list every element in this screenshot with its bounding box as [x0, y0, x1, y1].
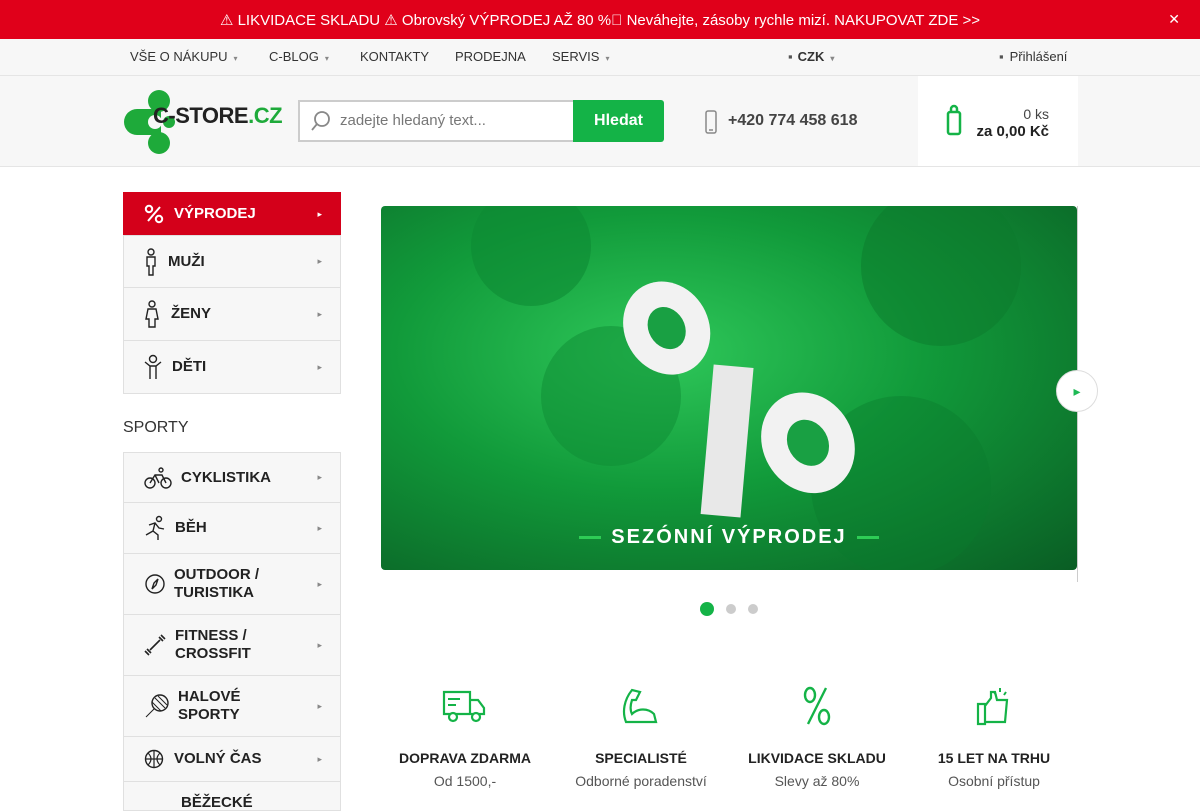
category-halove-sporty[interactable]: HALOVÉ SPORTY ▸ — [123, 675, 341, 737]
nav-item-kontakty[interactable]: KONTAKTY — [360, 49, 429, 64]
chevron-right-icon: ▸ — [317, 639, 322, 650]
announcement-text[interactable]: ⚠ LIKVIDACE SKLADU ⚠ Obrovský VÝPRODEJ A… — [220, 11, 980, 29]
nav-item-servis[interactable]: SERVIS ▾ — [552, 49, 609, 64]
chevron-right-icon: ▸ — [317, 361, 322, 372]
announcement-bar[interactable]: ⚠ LIKVIDACE SKLADU ⚠ Obrovský VÝPRODEJ A… — [0, 0, 1200, 39]
chevron-down-icon: ▾ — [233, 54, 238, 63]
category-vyprodej[interactable]: VÝPRODEJ ▸ — [123, 192, 341, 236]
chevron-right-icon: ▸ — [1073, 383, 1081, 399]
nav-item-vse-o-nakupu[interactable]: VŠE O NÁKUPU ▾ — [130, 49, 238, 64]
nav-item-c-blog[interactable]: C-BLOG ▾ — [269, 49, 329, 64]
chevron-right-icon: ▸ — [317, 700, 322, 711]
search-button[interactable]: Hledat — [573, 100, 664, 142]
man-icon — [146, 247, 156, 276]
chevron-down-icon: ▾ — [605, 54, 610, 63]
login-link[interactable]: ▪ Přihlášení — [999, 49, 1067, 64]
carousel-next-button[interactable]: ▸ — [1056, 370, 1098, 412]
category-bezecke[interactable]: BĚŽECKÉ — [123, 781, 341, 811]
feature-doprava: DOPRAVA ZDARMA Od 1500,- — [380, 686, 550, 789]
cart-icon — [946, 104, 962, 136]
currency-selector[interactable]: ▪ CZK ▾ — [788, 49, 834, 64]
percent-icon — [144, 204, 164, 224]
banner-caption: SEZÓNNÍ VÝPRODEJ — [381, 526, 1077, 549]
category-zeny[interactable]: ŽENY ▸ — [123, 287, 341, 341]
search-input[interactable]: zadejte hledaný text... — [298, 100, 574, 142]
phone-number[interactable]: +420 774 458 618 — [728, 112, 857, 130]
child-icon — [144, 354, 162, 379]
chevron-right-icon: ▸ — [317, 208, 322, 219]
truck-icon — [442, 690, 486, 723]
feature-specialiste: SPECIALISTÉ Odborné poradenství — [556, 686, 726, 789]
sports-heading: SPORTY — [123, 419, 189, 436]
runner-icon — [145, 515, 165, 540]
chevron-down-icon: ▾ — [324, 54, 329, 63]
chevron-down-icon: ▾ — [830, 54, 835, 63]
search-form: zadejte hledaný text... Hledat — [298, 100, 664, 142]
thumbs-up-icon — [976, 688, 1009, 726]
search-icon — [311, 111, 330, 131]
chevron-right-icon: ▸ — [317, 522, 322, 533]
ball-icon — [144, 749, 164, 769]
feature-15-let: 15 LET NA TRHU Osobní přístup — [909, 686, 1079, 789]
category-muzi[interactable]: MUŽI ▸ — [123, 235, 341, 288]
hero-banner[interactable]: SEZÓNNÍ VÝPRODEJ — [381, 206, 1077, 570]
chevron-right-icon: ▸ — [317, 472, 322, 482]
category-fitness-crossfit[interactable]: FITNESS / CROSSFIT ▸ — [123, 614, 341, 676]
logo-text: C-STORE.CZ — [153, 103, 283, 128]
phone-icon — [705, 110, 717, 134]
percent-icon — [803, 686, 831, 726]
top-nav: VŠE O NÁKUPU ▾ C-BLOG ▾ KONTAKTY PRODEJNA … — [0, 39, 1200, 76]
cart-total: za 0,00 Kč — [976, 123, 1049, 140]
site-header: C-STORE.CZ zadejte hledaný text... Hleda… — [0, 76, 1200, 167]
chevron-right-icon: ▸ — [317, 753, 322, 764]
compass-icon — [145, 574, 165, 594]
close-icon[interactable]: ✕ — [1168, 11, 1180, 28]
bicycle-icon — [144, 466, 172, 489]
cart-count: 0 ks — [1023, 106, 1049, 122]
racket-icon — [145, 694, 169, 718]
category-volny-cas[interactable]: VOLNÝ ČAS ▸ — [123, 736, 341, 782]
nav-item-prodejna[interactable]: PRODEJNA — [455, 49, 526, 64]
logo[interactable]: C-STORE.CZ — [123, 89, 283, 155]
cart-widget[interactable]: 0 ks za 0,00 Kč — [918, 76, 1078, 166]
category-deti[interactable]: DĚTI ▸ — [123, 340, 341, 394]
user-icon: ▪ — [999, 49, 1004, 64]
feature-likvidace: LIKVIDACE SKLADU Slevy až 80% — [732, 686, 902, 789]
chevron-right-icon: ▸ — [317, 256, 322, 266]
chevron-right-icon: ▸ — [317, 578, 322, 589]
chevron-right-icon: ▸ — [317, 308, 322, 319]
category-beh[interactable]: BĚH ▸ — [123, 502, 341, 554]
dumbbell-icon — [144, 634, 166, 656]
currency-icon: ▪ — [788, 49, 793, 64]
carousel-dot-3[interactable] — [748, 604, 758, 614]
biceps-icon — [622, 688, 658, 724]
carousel-dot-1[interactable] — [700, 602, 714, 616]
sale-banner-art — [471, 206, 1021, 570]
woman-icon — [145, 300, 159, 328]
category-cyklistika[interactable]: CYKLISTIKA ▸ — [123, 452, 341, 503]
carousel-dot-2[interactable] — [726, 604, 736, 614]
category-outdoor-turistika[interactable]: OUTDOOR / TURISTIKA ▸ — [123, 553, 341, 615]
